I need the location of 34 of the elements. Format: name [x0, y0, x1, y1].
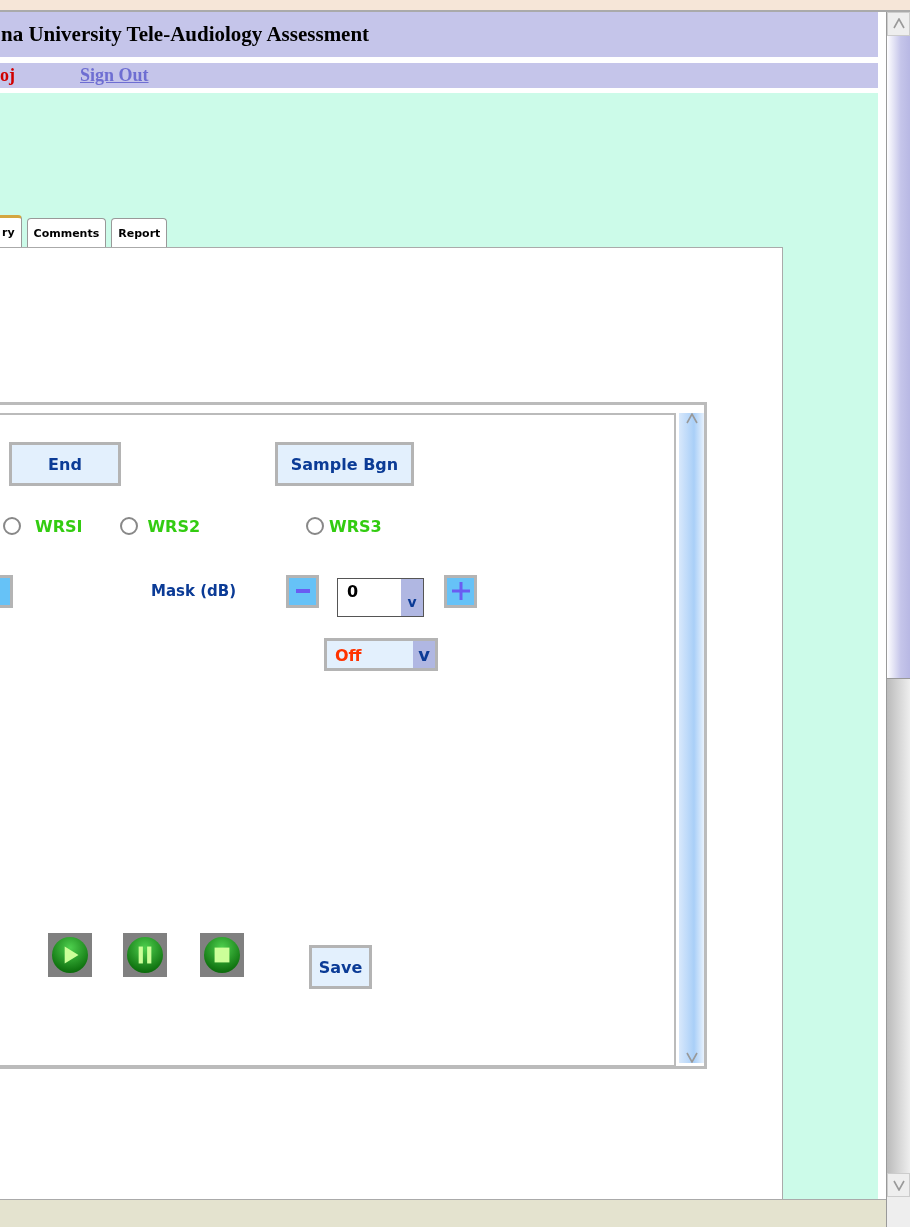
minus-icon [295, 589, 310, 593]
scroll-down-icon[interactable] [892, 1179, 905, 1191]
scroll-up-icon[interactable] [685, 413, 698, 425]
page-title: na University Tele-Audiology Assessment [1, 22, 370, 47]
action-button[interactable]: Sample Bgn [275, 442, 414, 486]
save-button[interactable]: Save [309, 945, 372, 989]
player-button[interactable] [123, 933, 167, 977]
radio-label: WRS3 [329, 516, 382, 536]
action-button[interactable]: End [9, 442, 121, 486]
stop-icon [204, 937, 240, 973]
plus-button[interactable] [444, 574, 478, 608]
tab[interactable]: Comments [26, 218, 107, 247]
play-icon [52, 937, 88, 973]
user-name: oj [0, 65, 16, 86]
player-button[interactable] [200, 933, 244, 977]
mode-select[interactable]: Off v [324, 638, 438, 671]
minus-button[interactable] [286, 574, 320, 608]
tab[interactable]: Report [111, 218, 168, 247]
mask-select[interactable]: 0 v [337, 577, 425, 617]
radio-label: WRSI [35, 516, 83, 536]
player-button[interactable] [48, 933, 92, 977]
plus-button[interactable] [0, 574, 13, 608]
scroll-down-icon[interactable] [685, 1051, 698, 1063]
scrollbar-thumb[interactable] [887, 36, 910, 679]
plus-icon [451, 582, 470, 600]
radio-button[interactable] [306, 517, 325, 535]
scrollbar[interactable] [679, 413, 704, 1063]
pause-icon [127, 937, 163, 973]
mask-label: Mask (dB) [151, 582, 237, 600]
radio-button[interactable] [120, 517, 139, 535]
radio-label: WRS2 [147, 516, 201, 536]
scroll-up-icon[interactable] [892, 18, 905, 30]
tab[interactable]: ry [0, 215, 22, 247]
radio-button[interactable] [3, 517, 21, 535]
